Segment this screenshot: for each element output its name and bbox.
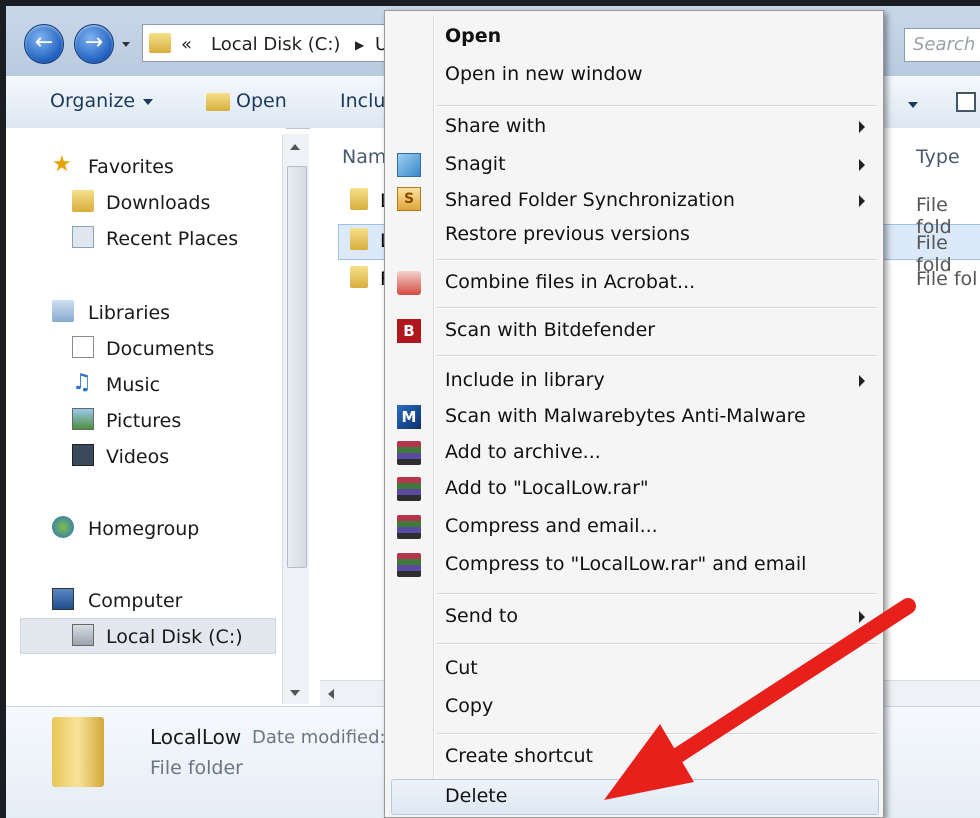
sidebar-item-videos[interactable]: Videos (106, 446, 169, 468)
menu-item-snagit[interactable]: Snagit (445, 153, 506, 175)
libraries-icon (52, 300, 74, 322)
sidebar-item-favorites[interactable]: Favorites (88, 156, 174, 178)
scroll-left-icon[interactable] (328, 689, 334, 699)
submenu-arrow-icon (859, 159, 865, 171)
search-input[interactable]: Search (904, 28, 980, 62)
winrar-icon (397, 515, 421, 539)
sidebar-item-local-disk[interactable]: Local Disk (C:) (106, 626, 243, 648)
recent-places-icon (72, 226, 94, 248)
recent-pages-chevron-icon[interactable] (122, 42, 130, 47)
column-header-name[interactable]: Nam (342, 146, 386, 168)
sidebar-item-downloads[interactable]: Downloads (106, 192, 210, 214)
organize-label: Organize (50, 90, 136, 112)
scroll-thumb[interactable] (287, 166, 307, 568)
menu-separator (437, 105, 877, 107)
menu-item-add-to-archive[interactable]: Add to archive... (445, 441, 601, 463)
navigation-scrollbar[interactable] (282, 134, 309, 704)
submenu-arrow-icon (859, 195, 865, 207)
folder-icon (350, 188, 368, 210)
menu-item-combine-acrobat[interactable]: Combine files in Acrobat... (445, 271, 695, 293)
folder-icon (149, 33, 171, 53)
menu-item-shared-folder-sync[interactable]: Shared Folder Synchronization (445, 189, 735, 211)
winrar-icon (397, 553, 421, 577)
menu-item-copy[interactable]: Copy (445, 695, 493, 717)
music-note-icon: ♫ (72, 370, 92, 395)
downloads-folder-icon (72, 190, 94, 212)
menu-item-create-shortcut[interactable]: Create shortcut (445, 745, 593, 767)
sidebar-item-pictures[interactable]: Pictures (106, 410, 181, 432)
open-button[interactable]: Open (206, 90, 287, 112)
folder-icon (350, 228, 368, 250)
context-menu: Open Open in new window Share with Snagi… (384, 10, 884, 818)
details-item-name: LocalLow (150, 725, 242, 749)
menu-item-include-in-library[interactable]: Include in library (445, 369, 605, 391)
breadcrumb-separator-icon[interactable]: ▶ (355, 38, 364, 52)
sync-icon: S (397, 187, 421, 211)
menu-separator (437, 593, 877, 595)
organize-button[interactable]: Organize (50, 90, 154, 112)
scroll-up-icon[interactable] (290, 144, 300, 150)
sidebar-item-computer[interactable]: Computer (88, 590, 182, 612)
winrar-icon (397, 441, 421, 465)
details-item-kind: File folder (150, 757, 243, 779)
documents-icon (72, 336, 94, 358)
homegroup-icon (52, 516, 74, 538)
menu-item-cut[interactable]: Cut (445, 657, 478, 679)
open-folder-icon (206, 92, 230, 111)
menu-separator (437, 355, 877, 357)
views-dropdown-icon[interactable] (908, 102, 918, 108)
submenu-arrow-icon (859, 375, 865, 387)
scroll-down-icon[interactable] (290, 690, 300, 696)
dropdown-caret-icon (143, 98, 154, 105)
sidebar-item-music[interactable]: Music (106, 374, 160, 396)
bitdefender-icon: B (397, 319, 421, 343)
open-label: Open (236, 90, 287, 112)
menu-item-add-to-rar[interactable]: Add to "LocalLow.rar" (445, 477, 649, 499)
acrobat-icon (397, 271, 421, 295)
pictures-icon (72, 408, 94, 430)
forward-button[interactable]: → (74, 24, 114, 64)
menu-item-open[interactable]: Open (445, 25, 501, 47)
menu-separator (437, 307, 877, 309)
menu-separator (437, 643, 877, 645)
column-header-type[interactable]: Type (916, 146, 960, 168)
back-button[interactable]: ← (24, 24, 64, 64)
menu-item-restore-previous-versions[interactable]: Restore previous versions (445, 223, 690, 245)
menu-item-compress-rar-email[interactable]: Compress to "LocalLow.rar" and email (445, 553, 806, 575)
menu-item-bitdefender[interactable]: Scan with Bitdefender (445, 319, 655, 341)
folder-icon (350, 266, 368, 288)
menu-item-share-with[interactable]: Share with (445, 115, 546, 137)
sidebar-item-documents[interactable]: Documents (106, 338, 214, 360)
address-bar[interactable]: « Local Disk (C:) ▶ U (142, 24, 392, 62)
sidebar-item-homegroup[interactable]: Homegroup (88, 518, 199, 540)
large-folder-icon (52, 717, 104, 787)
include-in-library-button[interactable]: Inclu (340, 90, 385, 112)
winrar-icon (397, 477, 421, 501)
menu-icon-gutter (433, 15, 435, 815)
breadcrumb-overflow[interactable]: « (181, 34, 192, 55)
preview-pane-icon[interactable] (956, 92, 976, 112)
computer-icon (52, 588, 74, 610)
menu-separator (437, 733, 877, 735)
sidebar-item-libraries[interactable]: Libraries (88, 302, 170, 324)
menu-item-send-to[interactable]: Send to (445, 605, 518, 627)
details-date-label: Date modified: (252, 727, 386, 748)
menu-item-delete[interactable]: Delete (445, 785, 507, 807)
local-disk-icon (72, 624, 94, 646)
menu-item-malwarebytes[interactable]: Scan with Malwarebytes Anti-Malware (445, 405, 806, 427)
malwarebytes-icon: M (397, 405, 421, 429)
snagit-icon (397, 153, 421, 177)
menu-separator (437, 259, 877, 261)
sidebar-item-recent-places[interactable]: Recent Places (106, 228, 238, 250)
navigation-pane: ★ Favorites Downloads Recent Places Libr… (6, 128, 286, 708)
menu-item-open-new-window[interactable]: Open in new window (445, 63, 643, 85)
videos-icon (72, 444, 94, 466)
row-type: File fol (916, 268, 978, 290)
breadcrumb-local-disk[interactable]: Local Disk (C:) (211, 34, 340, 55)
star-icon: ★ (52, 152, 72, 177)
submenu-arrow-icon (859, 121, 865, 133)
submenu-arrow-icon (859, 611, 865, 623)
menu-item-compress-email[interactable]: Compress and email... (445, 515, 658, 537)
